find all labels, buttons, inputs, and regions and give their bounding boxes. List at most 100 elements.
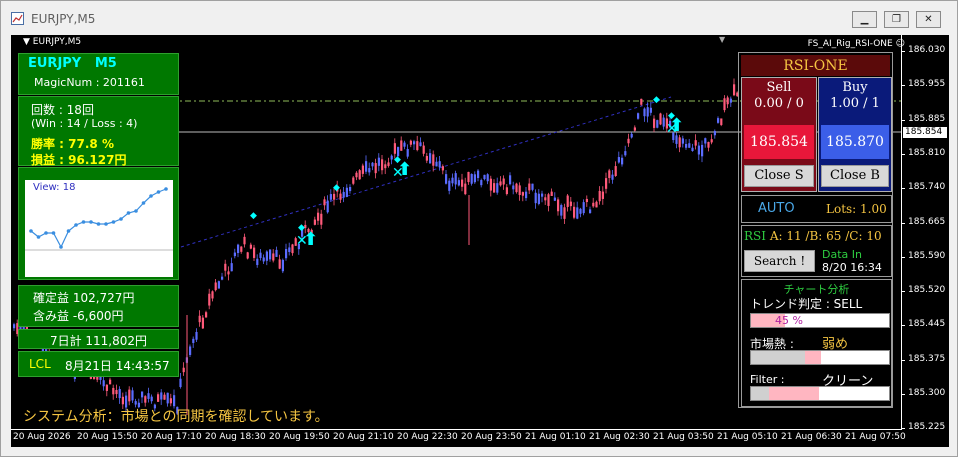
candle-body [649,107,652,113]
candle-body [432,154,435,166]
time-tick-label: 21 Aug 03:50 [653,432,714,442]
candle-body [701,144,704,157]
candle-body [521,192,524,196]
win-loss: (Win : 14 / Loss : 4) [31,117,138,130]
candle-body [195,331,198,340]
buy-panel: Buy 1.00 / 1 185.870 Close B [818,77,892,192]
candle-body [473,174,476,183]
candle-body [121,396,124,405]
candle-body [13,324,16,329]
price-tick-mark [901,256,905,258]
candle-body [377,157,380,166]
close-buy-button[interactable]: Close B [821,165,889,187]
price-tick-label: 185.955 [908,79,946,90]
candle-body [128,389,131,402]
candle-body [694,140,697,146]
candle-body [400,140,403,151]
stats-box: 回数 : 18回 (Win : 14 / Loss : 4) 勝率 : 77.8… [18,96,179,167]
candle-body [659,113,662,125]
maximize-button[interactable]: ❐ [884,11,909,28]
candle-body [323,199,326,206]
candle-body [656,120,659,128]
candle-body [214,282,217,291]
time-tick-label: 20 Aug 19:50 [269,432,330,442]
candle-body [179,378,182,388]
candle-body [365,161,368,172]
candle-body [483,174,486,180]
equity-point [81,220,86,224]
close-sell-button[interactable]: Close S [744,165,814,187]
candle-body [713,131,716,136]
candle-body [704,138,707,144]
minimize-button[interactable]: ▁ [852,11,877,28]
candle-body [374,163,377,174]
candle-body [368,168,371,173]
candle-body [515,183,518,193]
candle-body [717,118,720,123]
equity-point [156,190,161,194]
candle-body [621,157,624,165]
candle-body [537,193,540,204]
candle-body [653,118,656,128]
equity-point [119,217,123,221]
equity-point [59,245,63,249]
candle-body [528,183,531,191]
candle-body [470,173,473,184]
buy-arrow-icon: ⬆ [303,229,318,250]
heat-bar [750,350,890,365]
candle-body [253,247,256,258]
price-chart[interactable]: ◆ ◆ ✕ ◆ ◆ ✕ ◆ ◆ ✕ ⬆ ⬆ ⬆ ▼ EURJPY,M5 FS_AI_Rig_RSI-O… [11,35,949,447]
candle-body [269,249,272,260]
candle-body [275,249,278,257]
candle-body [281,259,284,272]
equity-point [149,194,153,198]
candle-body [163,394,166,400]
candle-body [550,191,553,196]
time-tick-label: 21 Aug 02:30 [589,432,650,442]
chart-window-icon [11,12,24,25]
candle-body [144,396,147,403]
filter-bar-marker [769,387,819,400]
candle-body [173,395,176,407]
equity-point [134,209,138,213]
candle-body [205,312,208,318]
candle-body [557,199,560,212]
equity-point [36,235,41,239]
candle-body [262,257,265,262]
sell-label: Sell [766,80,792,95]
candle-body [662,117,665,127]
buy-button[interactable]: 185.870 [821,125,889,159]
candle-body [240,246,243,252]
local-label: LCL [29,357,51,371]
time-tick-label: 20 Aug 2026 [13,432,71,442]
candle-body [582,202,585,214]
system-message: システム分析：市場との同期を確認しています。 [23,409,329,425]
heat-bar-marker [805,351,821,364]
equity-point [96,222,101,226]
candle-body [720,118,723,125]
candle-body [224,263,227,271]
close-button[interactable]: ✕ [916,11,941,28]
candle-body [384,164,387,169]
trade-count: 回数 : 18回 [31,103,94,117]
candle-body [496,183,499,193]
buy-label: Buy [842,80,868,95]
candle-body [688,143,691,148]
rsi-one-panel: RSI-ONE Sell 0.00 / 0 185.854 Close S Bu… [738,52,893,408]
candle-body [105,384,108,391]
candle-body [710,139,713,143]
candle-body [534,192,537,204]
auto-mode[interactable]: AUTO [758,201,795,216]
candle-body [681,138,684,144]
trend-label: トレンド判定 : SELL [750,297,863,311]
sell-button[interactable]: 185.854 [744,125,814,159]
candle-body [131,390,134,401]
time-tick-label: 20 Aug 22:30 [397,432,458,442]
data-in-label: Data In [822,248,862,261]
candle-body [493,183,496,193]
candle-body [272,253,275,261]
candle-body [387,162,390,166]
search-button[interactable]: Search ! [744,250,815,272]
candle-body [445,174,448,184]
filter-bar [750,386,890,401]
